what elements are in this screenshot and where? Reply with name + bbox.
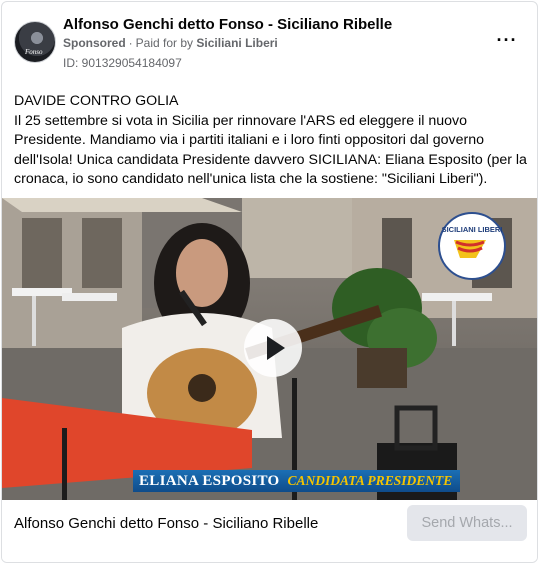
more-options-button[interactable]: ···	[494, 30, 520, 50]
ad-id: ID: 901329054184097	[63, 56, 182, 70]
logo-triskelion-icon	[454, 240, 486, 258]
page-name-link[interactable]: Alfonso Genchi detto Fonso - Siciliano R…	[63, 16, 392, 33]
video-caption-bar: ELIANA ESPOSITO CANDIDATA PRESIDENTE	[133, 470, 461, 492]
caption-role: CANDIDATA PRESIDENTE	[287, 473, 453, 488]
sponsored-post-card: Fonso Alfonso Genchi detto Fonso - Sicil…	[1, 1, 538, 563]
send-whatsapp-button[interactable]: Send Whats...	[407, 505, 527, 541]
separator: ·	[128, 36, 133, 50]
paid-by-link[interactable]: Siciliani Liberi	[196, 36, 277, 50]
play-button[interactable]	[244, 319, 302, 377]
sponsored-line: Sponsored · Paid for by Siciliani Liberi	[63, 36, 278, 50]
video-player[interactable]: SICILIANI LIBERI ELIANA ESPOSITO CANDIDA…	[2, 198, 537, 500]
post-body: Il 25 settembre si vota in Sicilia per r…	[14, 112, 527, 188]
avatar-tag: Fonso	[25, 48, 43, 56]
post-footer: Alfonso Genchi detto Fonso - Siciliano R…	[2, 500, 537, 562]
post-headline: DAVIDE CONTRO GOLIA	[14, 93, 179, 109]
page-avatar[interactable]: Fonso	[14, 21, 56, 63]
paid-for-prefix: Paid for by	[135, 36, 194, 50]
caption-name: ELIANA ESPOSITO	[139, 472, 280, 489]
siciliani-liberi-logo: SICILIANI LIBERI	[438, 212, 506, 280]
play-icon	[267, 336, 285, 360]
footer-page-title[interactable]: Alfonso Genchi detto Fonso - Siciliano R…	[14, 515, 318, 532]
sponsored-label[interactable]: Sponsored	[63, 36, 126, 50]
post-text: DAVIDE CONTRO GOLIA Il 25 settembre si v…	[14, 92, 530, 190]
